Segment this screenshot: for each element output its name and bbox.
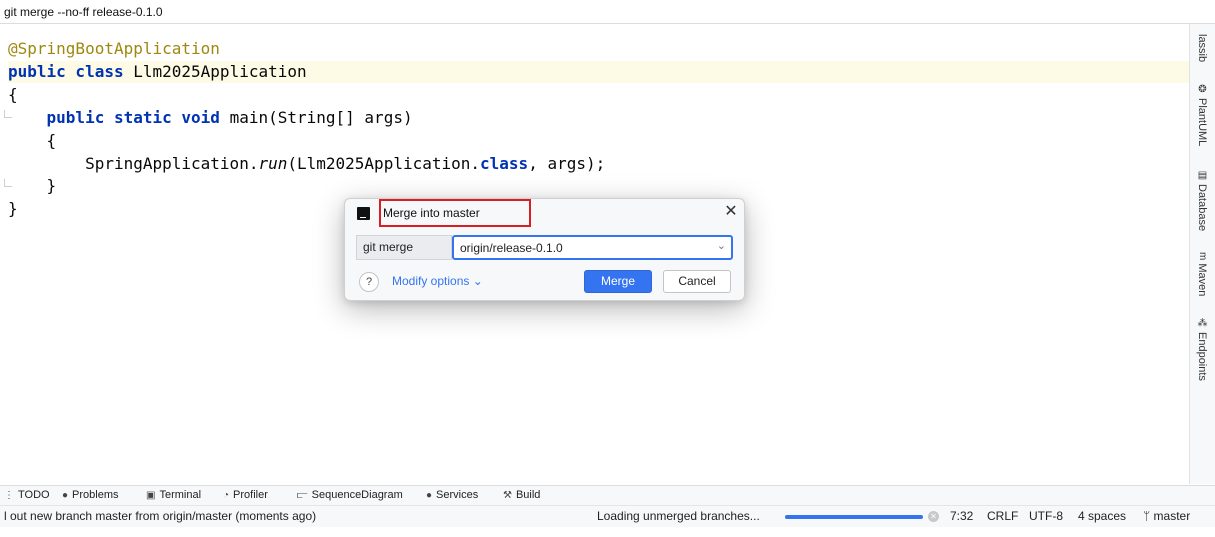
video-caption: git merge --no-ff release-0.1.0	[4, 5, 163, 19]
cancel-button[interactable]: Cancel	[663, 270, 731, 293]
code-token: Llm2025Application	[133, 62, 307, 81]
tool-window-todo[interactable]: ⋮ TODO	[4, 486, 50, 505]
code-token: (Llm2025Application.	[287, 154, 481, 173]
tool-window-problems[interactable]: ● Problems	[62, 486, 119, 505]
tool-window-label: Profiler	[233, 489, 268, 501]
code-token: }	[8, 199, 18, 218]
side-tab-plantuml[interactable]: ❂ PlantUML	[1195, 84, 1209, 146]
side-tab-label: Maven	[1196, 263, 1208, 297]
branch-icon: ᛘ	[1143, 509, 1151, 523]
task-progress-fill	[785, 515, 923, 519]
terminal-icon: ▣	[146, 490, 156, 501]
caption-divider	[0, 23, 1215, 24]
code-token: main(String[] args)	[229, 108, 413, 127]
side-tab-database[interactable]: ▤ Database	[1195, 170, 1209, 231]
status-bar: l out new branch master from origin/mast…	[0, 505, 1215, 527]
tool-window-label: SequenceDiagram	[311, 489, 403, 501]
code-token: @SpringBootApplication	[8, 39, 220, 58]
merge-button[interactable]: Merge	[584, 270, 652, 293]
tool-window-services[interactable]: ● Services	[426, 486, 478, 505]
tool-window-terminal[interactable]: ▣ Terminal	[146, 486, 201, 505]
code-line[interactable]: @SpringBootApplication	[8, 38, 1189, 60]
plantuml-icon: ❂	[1197, 84, 1208, 95]
problems-icon: ●	[62, 490, 69, 501]
task-progress-bar[interactable]	[785, 515, 923, 519]
cancel-task-icon[interactable]: ✕	[928, 511, 939, 522]
git-branch-widget[interactable]: ᛘ master	[1143, 506, 1190, 527]
status-message[interactable]: l out new branch master from origin/mast…	[4, 506, 316, 527]
code-token: run	[258, 154, 288, 173]
tool-window-label: Services	[436, 489, 479, 501]
side-tab-label: lassib	[1196, 34, 1208, 63]
todo-icon: ⋮	[4, 490, 14, 501]
branch-select[interactable]: ⌄	[452, 235, 733, 260]
tool-window-bar: ⋮ TODO ● Problems ▣ Terminal ◔ Profiler ⫍ Sequenc…	[0, 485, 1215, 505]
dialog-title: Merge into master	[383, 206, 480, 220]
help-button[interactable]: ?	[359, 272, 379, 292]
chevron-down-icon[interactable]: ⌄	[717, 239, 726, 252]
tool-window-label: Build	[515, 489, 541, 501]
database-icon: ▤	[1197, 170, 1208, 181]
services-icon: ●	[426, 490, 433, 501]
tool-window-label: Problems	[72, 489, 119, 501]
side-tab-label: Endpoints	[1196, 332, 1208, 381]
code-line[interactable]: {	[8, 130, 1189, 152]
intellij-logo-icon	[357, 207, 370, 220]
code-line[interactable]: SpringApplication.run(Llm2025Application…	[8, 153, 1189, 175]
code-token: class	[480, 154, 529, 173]
code-token: SpringApplication.	[8, 154, 259, 173]
background-task-label[interactable]: Loading unmerged branches...	[597, 506, 760, 527]
sequencediagram-icon: ⫍	[297, 490, 308, 501]
code-line[interactable]: {	[8, 84, 1189, 106]
code-line[interactable]: }	[8, 175, 1189, 197]
build-icon: ⚒	[503, 490, 512, 501]
line-separator[interactable]: CRLF	[987, 506, 1018, 527]
side-tab-label: Database	[1196, 184, 1208, 232]
modify-options-link[interactable]: Modify options ⌄	[392, 274, 483, 288]
tool-window-profiler[interactable]: ◔ Profiler	[223, 486, 268, 505]
profiler-icon: ◔	[223, 490, 230, 501]
fold-marker-icon[interactable]	[4, 179, 12, 187]
right-tool-strip: lassib ❂ PlantUML ▤ Database m Maven ⁂ Endpoints	[1189, 24, 1215, 484]
code-token: public static void	[46, 108, 230, 127]
code-line[interactable]: public class Llm2025Application	[8, 61, 1189, 83]
tool-window-label: TODO	[18, 489, 50, 501]
code-token: public class	[8, 62, 134, 81]
side-tab-label: PlantUML	[1196, 98, 1208, 147]
side-tab-lassib[interactable]: lassib	[1195, 34, 1209, 62]
caret-position[interactable]: 7:32	[950, 506, 973, 527]
side-tab-endpoints[interactable]: ⁂ Endpoints	[1195, 318, 1209, 381]
close-icon[interactable]: ✕	[723, 203, 739, 221]
fold-marker-icon[interactable]	[4, 110, 12, 118]
command-label: git merge	[356, 235, 452, 260]
indent-setting[interactable]: 4 spaces	[1078, 506, 1126, 527]
code-line[interactable]: public static void main(String[] args)	[8, 107, 1189, 129]
tool-window-sequencediagram[interactable]: ⫍ SequenceDiagram	[297, 486, 403, 505]
code-token: , args);	[528, 154, 606, 173]
git-branch-name: master	[1153, 509, 1191, 523]
code-token: }	[8, 176, 57, 195]
maven-icon: m	[1197, 252, 1208, 261]
code-token: {	[8, 131, 57, 150]
code-token: {	[8, 85, 18, 104]
branch-input[interactable]	[454, 237, 704, 258]
merge-dialog: Merge into master ✕ git merge ⌄ ? Modify…	[344, 198, 745, 301]
file-encoding[interactable]: UTF-8	[1029, 506, 1063, 527]
tool-window-build[interactable]: ⚒ Build	[503, 486, 540, 505]
tool-window-label: Terminal	[159, 489, 202, 501]
endpoints-icon: ⁂	[1197, 318, 1208, 329]
side-tab-maven[interactable]: m Maven	[1195, 252, 1209, 296]
